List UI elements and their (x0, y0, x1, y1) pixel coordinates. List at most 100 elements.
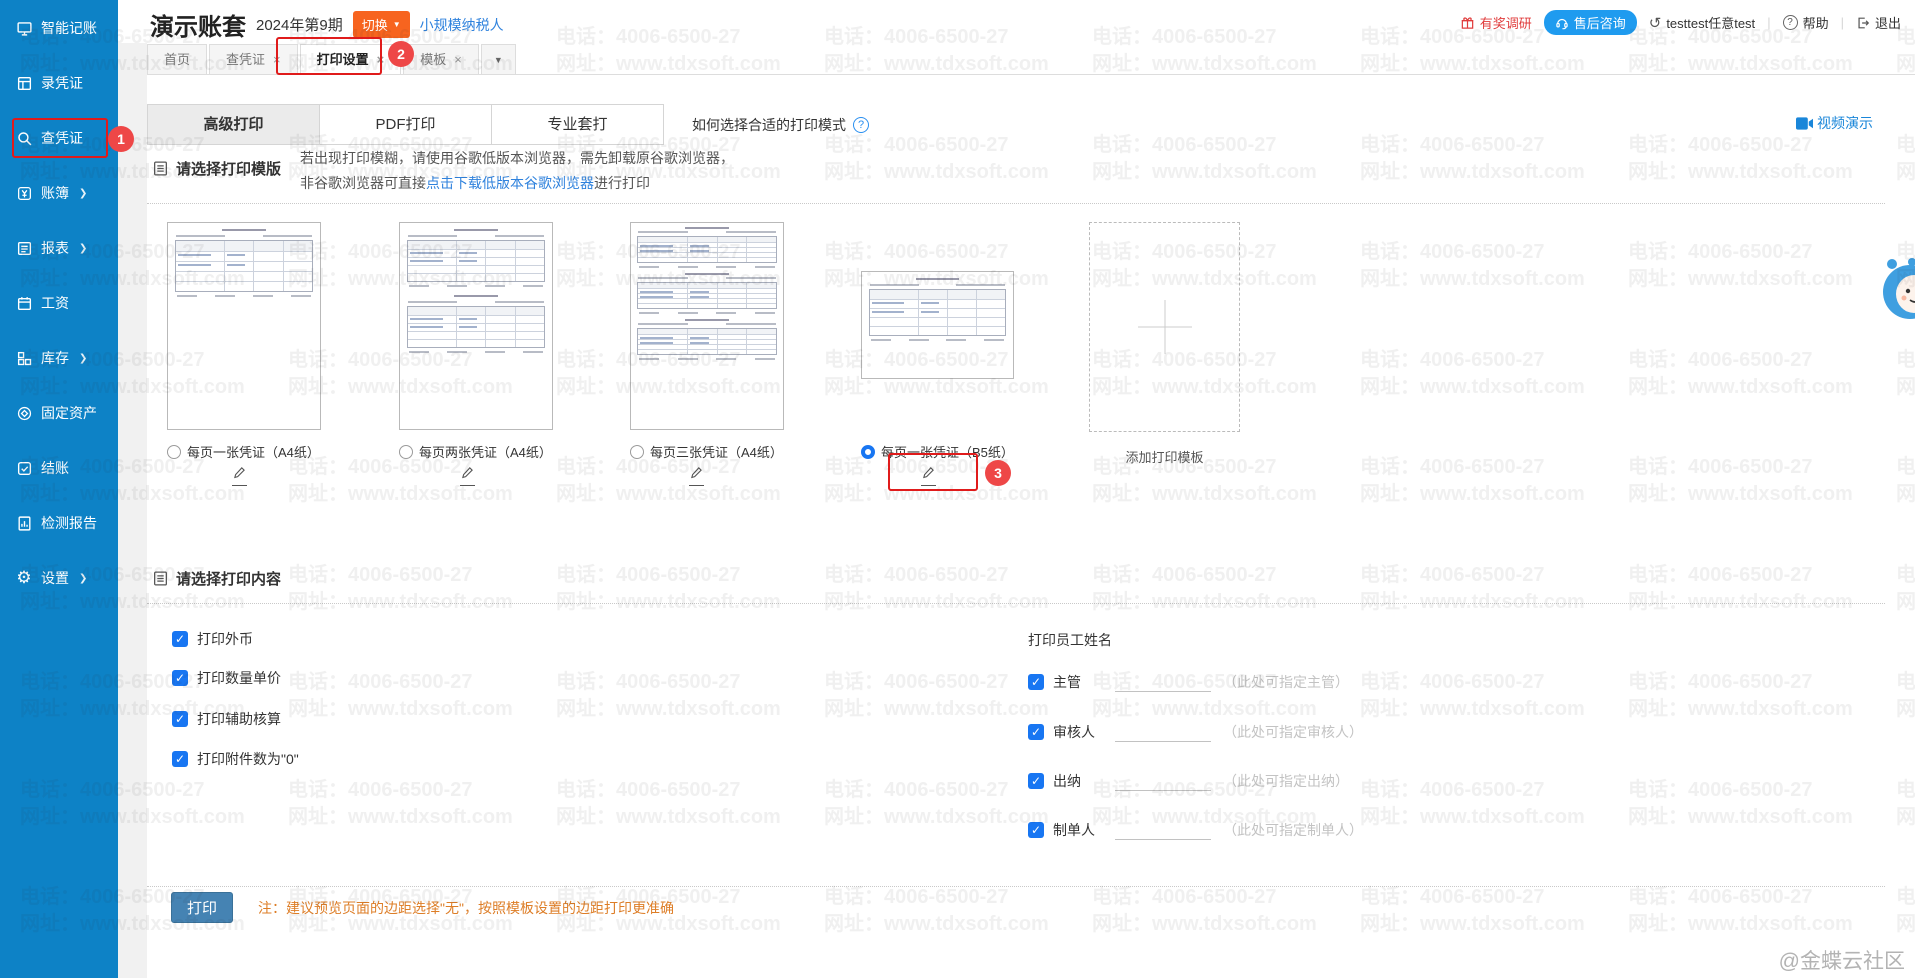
radio-icon[interactable] (630, 445, 644, 459)
sidebar-item-payroll[interactable]: 工资 (15, 289, 118, 317)
template-thumbnail-a4-one[interactable] (167, 222, 321, 430)
close-icon[interactable]: × (454, 46, 462, 74)
print-margin-note: 注：建议预览页面的边距选择"无"，按照模板设置的边距打印更准确 (258, 898, 674, 918)
template-label: 每页一张凭证（B5纸） (881, 442, 1014, 461)
sidebar-item-check-report[interactable]: 检测报告 (15, 509, 118, 537)
print-button[interactable]: 打印 (171, 892, 233, 923)
add-template-box[interactable] (1089, 222, 1240, 432)
user-menu[interactable]: ↺ testtest任意test (1649, 13, 1755, 32)
content-section-header: 请选择打印内容 (152, 568, 281, 589)
template-radio-b5-one[interactable]: 每页一张凭证（B5纸） (861, 442, 1014, 461)
tab-home[interactable]: 首页 (147, 44, 207, 74)
tab-template[interactable]: 模板 × (403, 44, 479, 74)
monitor-icon (15, 19, 33, 37)
divider: | (1767, 15, 1770, 30)
radio-icon[interactable] (399, 445, 413, 459)
checkbox-checked-icon[interactable]: ✓ (1028, 724, 1044, 740)
option-print-quantity-price[interactable]: ✓ 打印数量单价 (172, 668, 281, 688)
template-thumbnail-a4-three[interactable] (630, 222, 784, 430)
mode-tab-pdf-print[interactable]: PDF打印 (319, 104, 492, 145)
checkbox-checked-icon[interactable]: ✓ (172, 711, 188, 727)
template-thumbnail-b5-one[interactable] (861, 271, 1014, 379)
document-icon (152, 570, 169, 587)
checkbox-checked-icon[interactable]: ✓ (172, 631, 188, 647)
edit-template-icon[interactable] (456, 466, 478, 486)
section-title: 请选择打印模版 (176, 158, 281, 179)
tab-label: 首页 (164, 46, 190, 74)
checkbox-checked-icon[interactable]: ✓ (1028, 822, 1044, 838)
edit-template-icon[interactable] (228, 466, 250, 486)
switch-account-button[interactable]: 切换 ▼ (353, 11, 410, 38)
yuan-book-icon (15, 184, 33, 202)
cashier-name-input[interactable] (1115, 771, 1211, 791)
taxpayer-type-link[interactable]: 小规模纳税人 (420, 15, 504, 35)
mode-tab-professional-print[interactable]: 专业套打 (491, 104, 664, 145)
sidebar-item-voucher-search[interactable]: 查凭证 (15, 124, 118, 152)
template-radio-a4-two[interactable]: 每页两张凭证（A4纸） (399, 442, 552, 461)
survey-label: 有奖调研 (1480, 13, 1532, 32)
radio-selected-icon[interactable] (861, 445, 875, 459)
note-prefix: 非谷歌浏览器可直接 (300, 175, 426, 191)
template-label: 每页一张凭证（A4纸） (187, 442, 320, 461)
sidebar-item-ledgers[interactable]: 账簿 ❯ (15, 179, 118, 207)
option-print-foreign-currency[interactable]: ✓ 打印外币 (172, 629, 253, 649)
download-browser-link[interactable]: 点击下载低版本谷歌浏览器 (426, 175, 594, 191)
template-section-header: 请选择打印模版 (152, 158, 281, 179)
close-icon[interactable]: × (377, 46, 385, 74)
staff-name-title: 打印员工姓名 (1028, 630, 1112, 650)
video-demo-link[interactable]: 视频演示 (1796, 113, 1873, 133)
template-radio-a4-one[interactable]: 每页一张凭证（A4纸） (167, 442, 320, 461)
edit-template-icon-b5[interactable] (917, 466, 939, 486)
checkbox-checked-icon[interactable]: ✓ (172, 670, 188, 686)
tab-list-dropdown[interactable]: ▼ (481, 44, 516, 74)
video-camera-icon (1796, 117, 1813, 130)
sidebar-item-label: 智能记账 (41, 18, 97, 38)
supervisor-name-input[interactable] (1115, 672, 1211, 692)
annotation-step-badge: 2 (388, 41, 414, 67)
mode-tab-advanced-print[interactable]: 高级打印 (147, 104, 320, 145)
note-suffix: 进行打印 (594, 175, 650, 191)
checkbox-checked-icon[interactable]: ✓ (1028, 674, 1044, 690)
logout-label: 退出 (1875, 13, 1901, 32)
checkbox-checked-icon[interactable]: ✓ (1028, 773, 1044, 789)
question-circle-icon[interactable]: ? (853, 117, 869, 133)
survey-link[interactable]: 有奖调研 (1460, 13, 1532, 32)
option-label: 打印数量单价 (197, 668, 281, 688)
chevron-right-icon: ❯ (79, 353, 87, 364)
assistant-mascot[interactable] (1882, 256, 1915, 333)
edit-template-icon[interactable] (685, 466, 707, 486)
preparer-name-input[interactable] (1115, 820, 1211, 840)
sidebar-item-fixed-assets[interactable]: 固定资产 (15, 399, 118, 427)
logout-link[interactable]: 退出 (1856, 13, 1901, 32)
staff-hint: （此处可指定主管） (1223, 672, 1349, 692)
diamond-circle-icon (15, 404, 33, 422)
radio-icon[interactable] (167, 445, 181, 459)
gift-icon (1460, 15, 1475, 30)
template-thumbnail-a4-two[interactable] (399, 222, 553, 430)
document-icon (152, 160, 169, 177)
page-header: 演示账套 2024年第9期 切换 ▼ 小规模纳税人 (150, 7, 504, 42)
tab-print-settings[interactable]: 打印设置 × (300, 44, 402, 74)
help-icon: ? (1783, 15, 1798, 30)
help-link[interactable]: ? 帮助 (1783, 13, 1829, 32)
sidebar-item-voucher-entry[interactable]: 录凭证 (15, 69, 118, 97)
sidebar-content-gutter (118, 43, 147, 978)
sidebar-item-settings[interactable]: ⚙ 设置 ❯ (15, 564, 118, 592)
sidebar-item-closing[interactable]: 结账 (15, 454, 118, 482)
sidebar-item-label: 库存 (41, 348, 69, 368)
support-button[interactable]: 售后咨询 (1544, 10, 1637, 35)
search-icon (15, 129, 33, 147)
option-print-attachment-zero[interactable]: ✓ 打印附件数为"0" (172, 749, 299, 769)
reviewer-name-input[interactable] (1115, 722, 1211, 742)
sidebar-item-smart-accounting[interactable]: 智能记账 (15, 14, 118, 42)
option-print-auxiliary[interactable]: ✓ 打印辅助核算 (172, 709, 281, 729)
plus-icon (1164, 300, 1165, 354)
sidebar-item-reports[interactable]: 报表 ❯ (15, 234, 118, 262)
close-icon[interactable]: × (273, 46, 281, 74)
checkbox-checked-icon[interactable]: ✓ (172, 751, 188, 767)
tab-voucher-search[interactable]: 查凭证 × (209, 44, 298, 74)
divider (147, 886, 1885, 887)
sidebar-item-inventory[interactable]: 库存 ❯ (15, 344, 118, 372)
sidebar-item-label: 账簿 (41, 183, 69, 203)
template-radio-a4-three[interactable]: 每页三张凭证（A4纸） (630, 442, 783, 461)
